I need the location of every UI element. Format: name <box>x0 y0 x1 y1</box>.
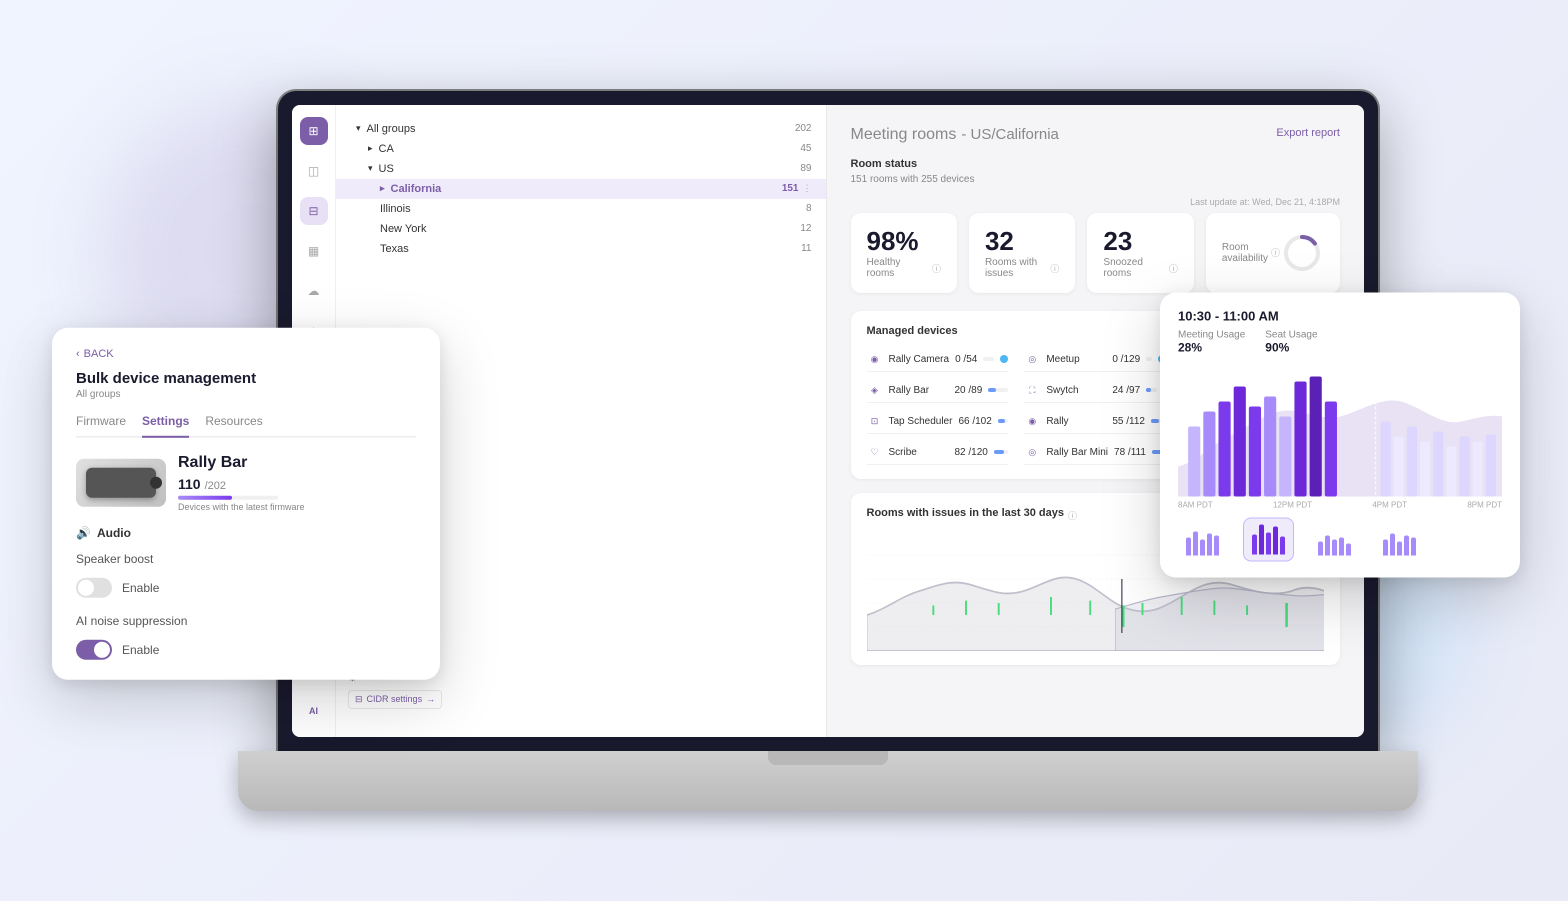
nav-tree: ▾ All groups 202 ▸ CA 45 <box>336 115 826 263</box>
back-button[interactable]: ‹ BACK <box>76 347 416 359</box>
time-mini-bars <box>1178 518 1502 562</box>
firmware-sub: Devices with the latest firmware <box>178 501 305 511</box>
cidr-settings[interactable]: ⊟ CIDR settings → <box>348 690 442 709</box>
nav-illinois[interactable]: Illinois 8 <box>336 199 826 219</box>
stat-availability: Room availability ⓘ <box>1206 213 1340 294</box>
sidebar-icon-rooms[interactable]: ⊟ <box>300 197 328 225</box>
device-scribe: ♡ Scribe 82 /120 <box>867 440 1009 465</box>
device-rally-camera: ◉ Rally Camera 0 /54 <box>867 347 1009 372</box>
device-rally-bar-mini: ◎ Rally Bar Mini 78 /111 <box>1024 440 1166 465</box>
sidebar-icon-home[interactable]: ⊞ <box>300 117 328 145</box>
audio-label: 🔊 Audio <box>76 525 416 539</box>
nav-california[interactable]: ▸ California 151 ⋮ <box>336 179 826 199</box>
ai-noise-toggle[interactable] <box>76 639 112 659</box>
last-update: Last update at: Wed, Dec 21, 4:18PM <box>851 197 1341 207</box>
time-axis: 8AM PDT 12PM PDT 4PM PDT 8PM PDT <box>1178 501 1502 510</box>
stat-snoozed: 23 Snoozed rooms ⓘ <box>1087 213 1193 294</box>
laptop-base <box>238 751 1418 811</box>
export-report-button[interactable]: Export report <box>1276 127 1340 139</box>
issues-info-icon[interactable]: ⓘ <box>1050 262 1059 275</box>
device-image <box>76 458 166 506</box>
time-chart <box>1178 367 1502 497</box>
back-arrow-icon: ‹ <box>76 347 80 359</box>
speaker-boost-row: Speaker boost <box>76 551 416 565</box>
laptop-notch <box>768 751 888 765</box>
tab-settings[interactable]: Settings <box>142 413 189 437</box>
nav-texas[interactable]: Texas 11 <box>336 239 826 259</box>
room-status-label: Room status <box>851 158 1341 170</box>
bulk-device-card: ‹ BACK Bulk device management All groups… <box>52 327 440 679</box>
firmware-bar <box>178 495 278 499</box>
ai-noise-row: AI noise suppression <box>76 613 416 627</box>
time-usage-card: 10:30 - 11:00 AM Meeting Usage 28% Seat … <box>1160 293 1520 578</box>
bulk-tabs: Firmware Settings Resources <box>76 413 416 437</box>
time-range: 10:30 - 11:00 AM <box>1178 309 1502 324</box>
tab-firmware[interactable]: Firmware <box>76 413 126 435</box>
stat-issues: 32 Rooms with issues ⓘ <box>969 213 1075 294</box>
room-availability-donut <box>1280 231 1324 275</box>
device-info-name: Rally Bar <box>178 453 305 471</box>
firmware-count: 110 <box>178 475 201 491</box>
bulk-card-title: Bulk device management <box>76 369 416 386</box>
sidebar-icon-cloud[interactable]: ☁ <box>300 277 328 305</box>
mini-bar-group-2[interactable] <box>1243 518 1294 562</box>
mini-bar-group-4[interactable] <box>1375 518 1424 562</box>
tab-resources[interactable]: Resources <box>205 413 262 435</box>
nav-new-york[interactable]: New York 12 <box>336 219 826 239</box>
device-preview: Rally Bar 110 /202 Devices with the late… <box>76 453 416 511</box>
device-swytch: ⛶ Swytch 24 /97 › <box>1024 378 1166 403</box>
device-meetup: ◎ Meetup 0 /129 <box>1024 347 1166 372</box>
healthy-info-icon[interactable]: ⓘ <box>932 262 941 275</box>
ai-noise-toggle-row: Enable <box>76 639 416 659</box>
device-icon: ◉ <box>867 351 883 367</box>
sidebar-icon-devices[interactable]: ◫ <box>300 157 328 185</box>
seat-usage-stat: Seat Usage 90% <box>1265 330 1317 355</box>
device-rally-bar: ◈ Rally Bar 20 /89 <box>867 378 1009 403</box>
nav-all-groups[interactable]: ▾ All groups 202 <box>336 119 826 139</box>
nav-ca[interactable]: ▸ CA 45 <box>336 139 826 159</box>
nav-us[interactable]: ▾ US 89 <box>336 159 826 179</box>
availability-info-icon[interactable]: ⓘ <box>1271 246 1280 259</box>
mini-bar-group-1[interactable] <box>1178 518 1227 562</box>
device-rally: ◉ Rally 55 /112 <box>1024 409 1166 434</box>
sidebar-icon-ai[interactable]: AI <box>300 697 328 725</box>
time-stats: Meeting Usage 28% Seat Usage 90% <box>1178 330 1502 355</box>
speaker-boost-toggle-row: Enable <box>76 577 416 597</box>
bulk-card-subtitle: All groups <box>76 388 416 399</box>
speaker-boost-toggle[interactable] <box>76 577 112 597</box>
room-status-sub: 151 rooms with 255 devices <box>851 174 1341 185</box>
snoozed-info-icon[interactable]: ⓘ <box>1169 262 1178 275</box>
device-tap-scheduler: ⊡ Tap Scheduler 66 /102 <box>867 409 1009 434</box>
mini-bar-group-3[interactable] <box>1310 518 1359 562</box>
page-title: Meeting rooms - US/California <box>851 123 1059 144</box>
meeting-usage-stat: Meeting Usage 28% <box>1178 330 1245 355</box>
stat-healthy: 98% Healthy rooms ⓘ <box>851 213 957 294</box>
firmware-total: /202 <box>205 479 226 491</box>
settings-section: 🔊 Audio Speaker boost Enable AI noise su… <box>76 525 416 659</box>
sidebar-icon-calendar[interactable]: ▦ <box>300 237 328 265</box>
chart-info-icon[interactable]: ⓘ <box>1068 509 1077 522</box>
